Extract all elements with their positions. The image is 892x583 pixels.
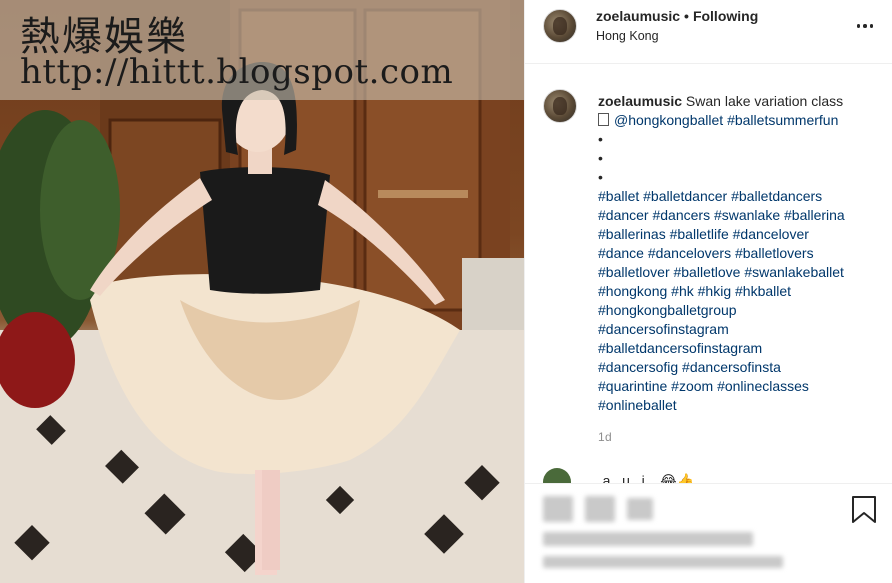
post-photo: 熱爆娛樂 http://hittt.blogspot.com (0, 0, 524, 583)
caption: zoelaumusic Swan lake variation class @h… (598, 92, 888, 415)
more-dot (869, 24, 874, 28)
author-avatar[interactable] (543, 9, 577, 43)
more-dot (863, 24, 867, 28)
hashtag-line[interactable]: #dancersofinstagram (598, 320, 888, 339)
commenter-avatar[interactable] (543, 468, 571, 484)
post-timestamp[interactable]: 1d (598, 430, 612, 444)
action-bar (525, 483, 892, 583)
header-username-row: zoelaumusic • Following (596, 8, 758, 24)
comments-area: zoelaumusic Swan lake variation class @h… (525, 64, 892, 484)
caption-bullet: • (598, 169, 603, 185)
blurred-comment-icon[interactable] (585, 496, 615, 522)
blurred-share-icon[interactable] (627, 498, 653, 520)
location-link[interactable]: Hong Kong (596, 29, 659, 43)
caption-mention-tags[interactable]: @hongkongballet #balletsummerfun (614, 112, 838, 128)
comment-item: ...a...u...i... 😂👍 (543, 468, 694, 484)
hashtag-line[interactable]: #quarintine #zoom #onlineclasses (598, 377, 888, 396)
post-header: zoelaumusic • Following Hong Kong (525, 0, 892, 64)
following-button[interactable]: Following (693, 8, 758, 24)
hashtag-line[interactable]: #dancer #dancers #swanlake #ballerina (598, 206, 888, 225)
unsupported-emoji-box (598, 113, 609, 126)
hashtag-line[interactable]: #hongkongballetgroup (598, 301, 888, 320)
hashtag-line[interactable]: #balletlover #balletlove #swanlakeballet (598, 263, 888, 282)
caption-author-avatar[interactable] (543, 89, 577, 123)
watermark-banner: 熱爆娛樂 http://hittt.blogspot.com (0, 0, 524, 100)
hashtag-line[interactable]: #balletdancersofinstagram (598, 339, 888, 358)
hashtag-line[interactable]: #ballerinas #balletlife #dancelover (598, 225, 888, 244)
hashtag-line[interactable]: #hongkong #hk #hkig #hkballet (598, 282, 888, 301)
header-username[interactable]: zoelaumusic (596, 8, 680, 24)
post-side-panel: zoelaumusic • Following Hong Kong zoelaumu… (524, 0, 892, 583)
watermark-url: http://hittt.blogspot.com (20, 52, 454, 92)
caption-text: Swan lake variation class (685, 93, 844, 109)
caption-mention-line: @hongkongballet #balletsummerfun (598, 111, 888, 130)
more-dot (856, 24, 861, 28)
hashtag-line[interactable]: #dancersofig #dancersofinsta (598, 358, 888, 377)
header-separator: • (684, 8, 689, 24)
more-options-icon[interactable] (855, 16, 875, 36)
caption-first-line: zoelaumusic Swan lake variation class (598, 92, 888, 111)
caption-bullet: • (598, 131, 603, 147)
hashtag-line[interactable]: #onlineballet (598, 396, 888, 415)
bookmark-icon[interactable] (851, 496, 877, 524)
hashtag-line[interactable]: #dance #dancelovers #balletlovers (598, 244, 888, 263)
hashtag-line[interactable]: #ballet #balletdancer #balletdancers (598, 187, 888, 206)
caption-bullet: • (598, 150, 603, 166)
blurred-likes-count (543, 532, 753, 546)
blurred-like-icon[interactable] (543, 496, 573, 522)
blurred-date-text (543, 556, 783, 568)
caption-username[interactable]: zoelaumusic (598, 93, 682, 109)
